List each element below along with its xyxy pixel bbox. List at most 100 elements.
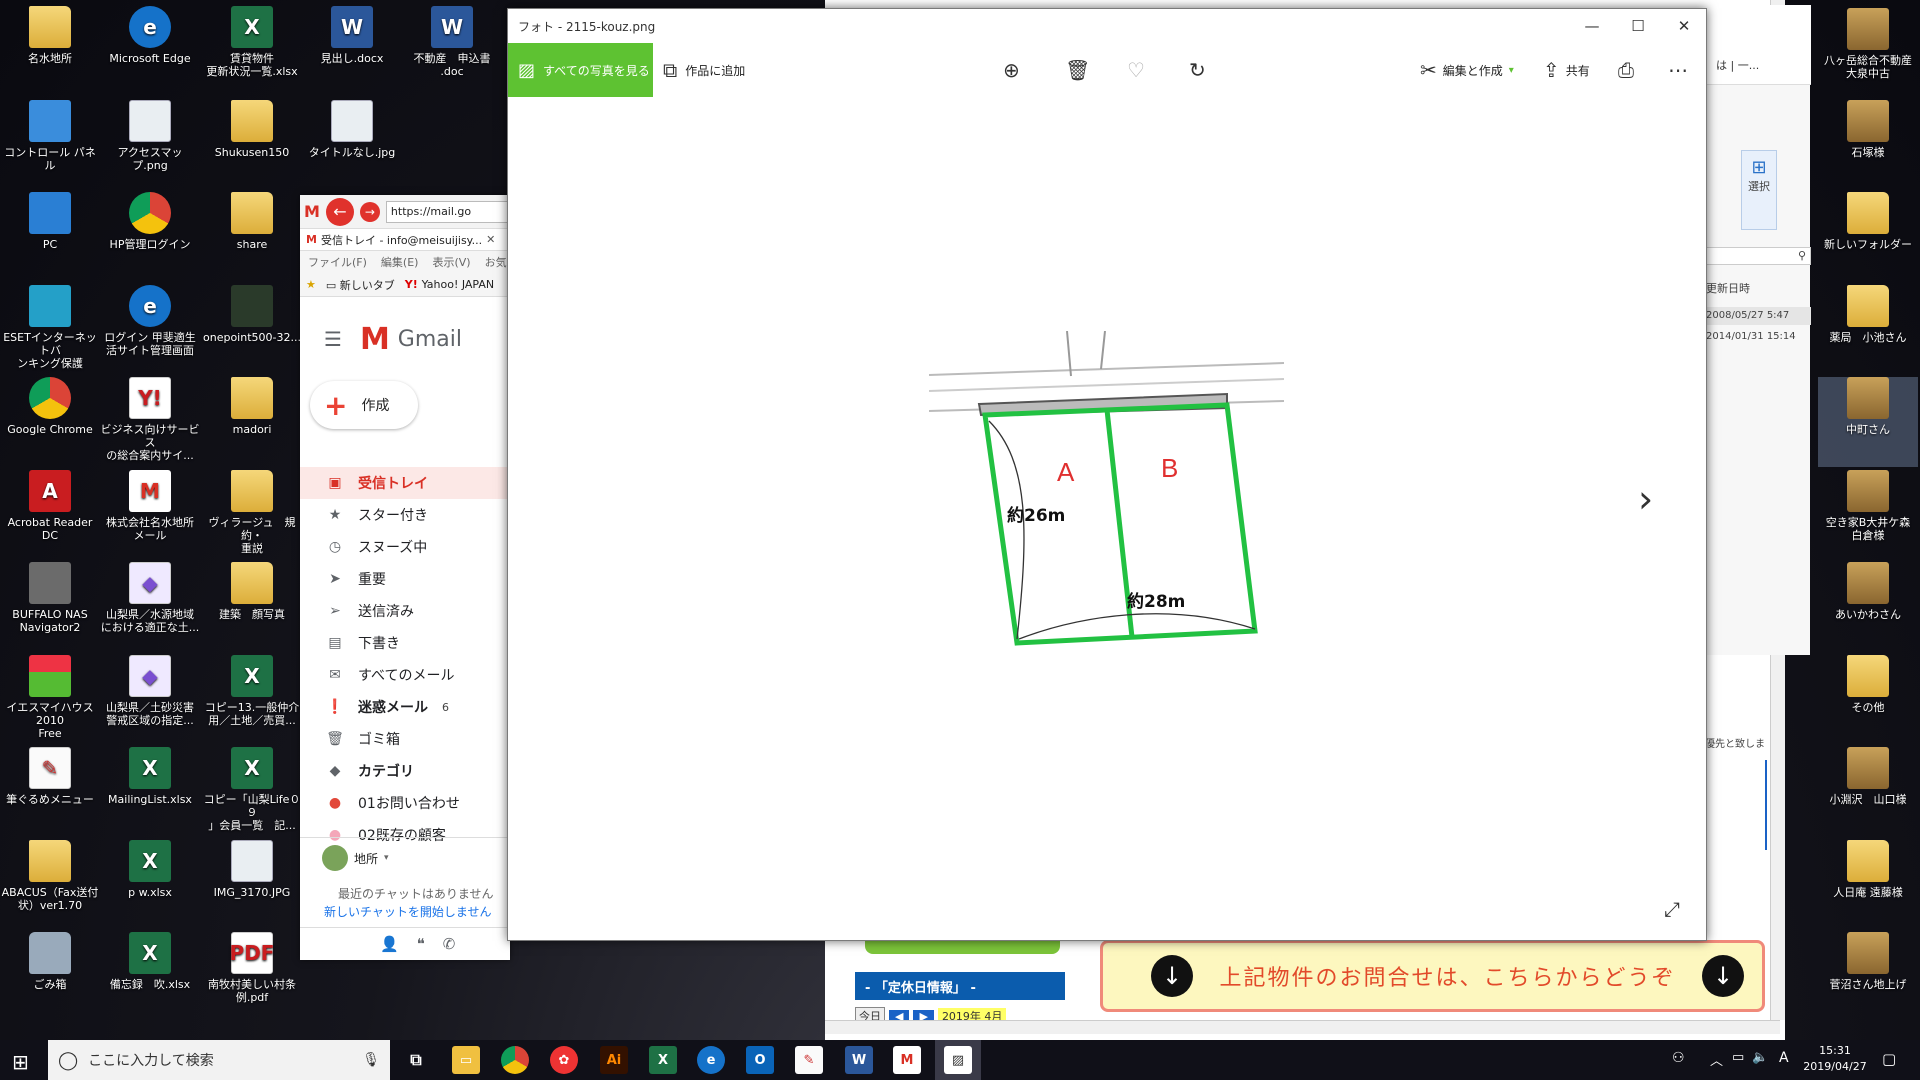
person-icon[interactable]: 👤 <box>380 935 399 953</box>
favorite-new-tab[interactable]: ▭ 新しいタブ <box>326 277 395 293</box>
browser-tab[interactable]: M 受信トレイ - info@meisuijisy... ✕ <box>300 229 510 251</box>
gmail-nav-item[interactable]: ▤ 下書き <box>300 627 510 659</box>
desktop-icon[interactable]: ◆ 山梨県／水源地域 における適正な土... <box>100 562 200 652</box>
browser-menu-item[interactable]: 表示(V) <box>432 254 470 270</box>
update-date-header[interactable]: 更新日時 <box>1706 280 1750 296</box>
desktop-icon[interactable]: share <box>202 192 302 282</box>
desktop-icon[interactable]: onepoint500-32... <box>202 285 302 375</box>
taskbar-edge-icon[interactable]: e <box>697 1046 725 1074</box>
forward-icon[interactable]: → <box>359 201 380 222</box>
desktop-icon[interactable]: 薬局 小池さん <box>1818 285 1918 375</box>
desktop-icon[interactable]: ABACUS（Fax送付 状）ver1.70 <box>0 840 100 930</box>
favorites-star-icon[interactable]: ★ <box>306 278 316 291</box>
gmail-nav-item[interactable]: ✉ すべてのメール <box>300 659 510 691</box>
desktop-icon[interactable]: 空き家B大井ケ森 白倉様 <box>1818 470 1918 560</box>
desktop-icon[interactable]: ✎ 筆ぐるめメニュー <box>0 747 100 837</box>
taskbar-outlook-icon[interactable]: O <box>746 1046 774 1074</box>
close-tab-icon[interactable]: ✕ <box>486 233 495 246</box>
select-button[interactable]: ⊞ 選択 <box>1741 150 1777 230</box>
network-icon[interactable]: ▭ <box>1732 1050 1744 1065</box>
gmail-nav-item[interactable]: ★ スター付き <box>300 499 510 531</box>
notifications-icon[interactable]: ▢ <box>1882 1050 1896 1068</box>
desktop-icon[interactable]: Google Chrome <box>0 377 100 467</box>
desktop-icon[interactable]: X コピー「山梨Life０９ 」会員一覧 記... <box>202 747 302 837</box>
gmail-nav-item[interactable]: ▣ 受信トレイ <box>300 467 510 499</box>
browser-menu-item[interactable]: お気 <box>485 254 507 270</box>
desktop-icon[interactable]: X MailingList.xlsx <box>100 747 200 837</box>
fullscreen-icon[interactable]: ⤢ <box>1664 897 1680 921</box>
desktop-icon[interactable]: 建築 顔写真 <box>202 562 302 652</box>
gmail-nav-item[interactable]: ➢ 送信済み <box>300 595 510 627</box>
print-button[interactable]: ⎙ <box>1618 43 1634 97</box>
chevron-up-icon[interactable]: ︿ <box>1710 1050 1723 1069</box>
desktop-icon[interactable]: W 不動産 申込書 .doc <box>402 6 502 96</box>
desktop-icon[interactable]: PC <box>0 192 100 282</box>
browser-menu-item[interactable]: 編集(E) <box>381 254 419 270</box>
maximize-icon[interactable]: ☐ <box>1615 9 1661 43</box>
desktop-icon[interactable]: その他 <box>1818 655 1918 745</box>
browser-menu-item[interactable]: ファイル(F) <box>308 254 367 270</box>
desktop-icon[interactable]: BUFFALO NAS Navigator2 <box>0 562 100 652</box>
desktop-icon[interactable]: コントロール パネル <box>0 100 100 190</box>
next-photo-icon[interactable]: › <box>1638 477 1653 521</box>
more-button[interactable]: ⋯ <box>1668 43 1688 97</box>
desktop-icon[interactable]: アクセスマップ.png <box>100 100 200 190</box>
desktop-icon[interactable]: X 備忘録 吹.xlsx <box>100 932 200 1022</box>
favorite-button[interactable]: ♡ <box>1127 43 1145 97</box>
desktop-icon[interactable]: IMG_3170.JPG <box>202 840 302 930</box>
gmail-nav-item[interactable]: ❗ 迷惑メール 6 <box>300 691 510 723</box>
hangouts-icon[interactable]: ❝ <box>417 935 425 953</box>
gmail-nav-item[interactable]: ➤ 重要 <box>300 563 510 595</box>
clock[interactable]: 15:31 2019/04/27 <box>1800 1043 1870 1075</box>
gmail-nav-item[interactable]: 🗑 ゴミ箱 <box>300 723 510 755</box>
taskbar-pen-icon[interactable]: ✎ <box>795 1046 823 1074</box>
horizontal-scrollbar[interactable] <box>825 1020 1780 1034</box>
desktop-icon[interactable]: W 見出し.docx <box>302 6 402 96</box>
desktop-icon[interactable]: Shukusen150 <box>202 100 302 190</box>
taskbar-chrome-icon[interactable] <box>501 1046 529 1074</box>
taskbar-app-red-icon[interactable]: ✿ <box>550 1046 578 1074</box>
desktop-icon[interactable]: 中町さん <box>1818 377 1918 467</box>
delete-button[interactable]: 🗑 <box>1065 43 1090 97</box>
windows-start-icon[interactable]: ⊞ <box>12 1050 29 1074</box>
rotate-button[interactable]: ↻ <box>1189 43 1206 97</box>
desktop-icon[interactable]: あいかわさん <box>1818 562 1918 652</box>
zoom-button[interactable]: ⊕ <box>1003 43 1020 97</box>
url-input[interactable]: https://mail.go <box>385 200 510 223</box>
volume-icon[interactable]: 🔈 <box>1752 1050 1768 1065</box>
taskbar-gmail-icon[interactable]: M <box>893 1046 921 1074</box>
hamburger-menu-icon[interactable]: ☰ <box>324 327 342 351</box>
desktop-icon[interactable]: 石塚様 <box>1818 100 1918 190</box>
minimize-icon[interactable]: — <box>1569 9 1615 43</box>
close-icon[interactable]: ✕ <box>1661 9 1707 43</box>
desktop-icon[interactable]: e Microsoft Edge <box>100 6 200 96</box>
microphone-icon[interactable]: 🎙 <box>362 1052 380 1068</box>
desktop-icon[interactable]: 新しいフォルダー <box>1818 192 1918 282</box>
add-to-creation-button[interactable]: ⧉ 作品に追加 <box>663 43 745 97</box>
share-button[interactable]: ⇪ 共有 <box>1543 43 1590 97</box>
desktop-icon[interactable]: Xp w.xlsx <box>100 840 200 930</box>
taskbar-excel-icon[interactable]: X <box>649 1046 677 1074</box>
explorer-search-input[interactable]: ⚲ <box>1706 247 1811 265</box>
ime-indicator[interactable]: A <box>1779 1050 1789 1066</box>
desktop-icon[interactable]: タイトルなし.jpg <box>302 100 402 190</box>
taskbar-explorer-icon[interactable]: ▭ <box>452 1046 480 1074</box>
desktop-icon[interactable]: 小淵沢 山口様 <box>1818 747 1918 837</box>
compose-button[interactable]: + 作成 <box>310 381 418 429</box>
gmail-nav-item[interactable]: ● 01お問い合わせ <box>300 787 510 819</box>
taskbar-illustrator-icon[interactable]: Ai <box>600 1046 628 1074</box>
task-view-icon[interactable]: ⧉ <box>402 1046 430 1074</box>
desktop-icon[interactable]: ESETインターネットバ ンキング保護 <box>0 285 100 375</box>
gmail-nav-item[interactable]: ◷ スヌーズ中 <box>300 531 510 563</box>
taskbar-word-icon[interactable]: W <box>845 1046 873 1074</box>
explorer-date-row[interactable]: 2008/05/27 5:47 <box>1706 307 1811 325</box>
taskbar-photos-active[interactable]: ▨ <box>935 1040 981 1080</box>
start-chat-link[interactable]: 新しいチャットを開始しません <box>324 903 492 920</box>
desktop-icon[interactable]: Y! ビジネス向けサービス の総合案内サイ... <box>100 377 200 467</box>
desktop-icon[interactable]: HP管理ログイン <box>100 192 200 282</box>
desktop-icon[interactable]: 菅沼さん地上げ <box>1818 932 1918 1022</box>
desktop-icon[interactable]: 八ヶ岳総合不動産 大泉中古 <box>1818 8 1918 98</box>
desktop-icon[interactable]: 名水地所 <box>0 6 100 96</box>
desktop-icon[interactable]: ◆ 山梨県／土砂災害 警戒区域の指定... <box>100 655 200 745</box>
people-icon[interactable]: ⚇ <box>1672 1050 1685 1066</box>
